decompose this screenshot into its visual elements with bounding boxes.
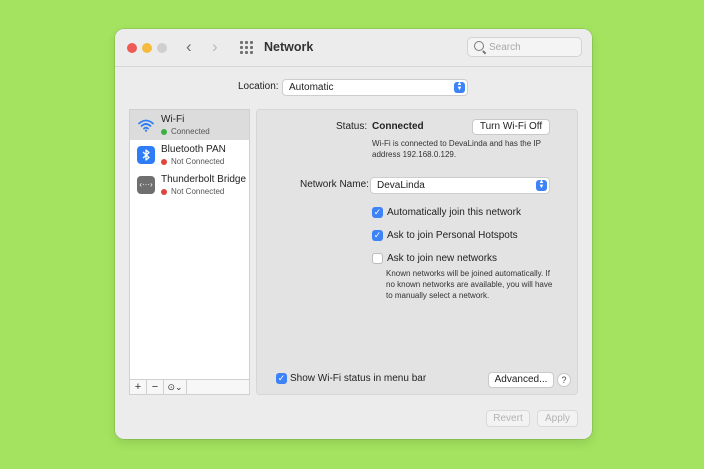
service-name: Thunderbolt Bridge xyxy=(161,174,247,185)
service-item-wifi[interactable]: Wi-Fi Connected xyxy=(130,110,249,140)
revert-button[interactable]: Revert xyxy=(486,410,530,427)
advanced-button[interactable]: Advanced... xyxy=(488,372,554,388)
minimize-window-button[interactable] xyxy=(142,43,152,53)
status-dot-icon xyxy=(161,189,167,195)
wifi-icon xyxy=(137,116,155,134)
window-title: Network xyxy=(264,40,314,54)
service-status: Not Connected xyxy=(171,187,225,196)
status-dot-icon xyxy=(161,129,167,135)
service-item-thunderbolt-bridge[interactable]: ‹···› Thunderbolt Bridge Not Connected xyxy=(130,170,249,200)
network-name-popup[interactable]: DevaLinda ▲ ▼ xyxy=(370,177,550,194)
network-name-label: Network Name: xyxy=(300,179,369,190)
auto-join-checkbox[interactable]: ✓ xyxy=(372,207,383,218)
location-popup[interactable]: Automatic ▲ ▼ xyxy=(282,79,468,96)
service-list: Wi-Fi Connected Bluetooth PAN Not Connec… xyxy=(129,109,250,395)
service-name: Wi-Fi xyxy=(161,114,185,125)
apply-button[interactable]: Apply xyxy=(537,410,578,427)
status-description-line: address 192.168.0.129. xyxy=(372,150,457,159)
personal-hotspots-label: Ask to join Personal Hotspots xyxy=(387,230,518,241)
popup-arrows-icon: ▲ ▼ xyxy=(454,81,465,93)
network-preferences-window: ‹ › Network Location: Automatic ▲▼ Wi-Fi xyxy=(115,29,592,439)
service-status: Connected xyxy=(171,127,210,136)
status-description-line: Wi-Fi is connected to DevaLinda and has … xyxy=(372,139,541,148)
service-item-bluetooth-pan[interactable]: Bluetooth PAN Not Connected xyxy=(130,140,249,170)
auto-join-label: Automatically join this network xyxy=(387,207,521,218)
show-all-preferences-grid-icon[interactable] xyxy=(240,41,253,54)
close-window-button[interactable] xyxy=(127,43,137,53)
ask-new-networks-checkbox[interactable] xyxy=(372,253,383,264)
turn-wifi-off-button[interactable]: Turn Wi-Fi Off xyxy=(472,119,550,135)
action-menu-button[interactable]: ⊙⌄ xyxy=(164,380,187,394)
help-button[interactable]: ? xyxy=(557,373,571,387)
known-networks-note-line: to manually select a network. xyxy=(386,291,490,300)
status-value: Connected xyxy=(372,121,424,132)
add-service-button[interactable]: + xyxy=(130,380,147,394)
status-dot-icon xyxy=(161,159,167,165)
thunderbolt-bridge-icon: ‹···› xyxy=(137,176,155,194)
search-input[interactable] xyxy=(489,40,577,54)
service-list-toolbar: + − ⊙⌄ xyxy=(129,379,250,395)
show-wifi-status-checkbox[interactable]: ✓ xyxy=(276,373,287,384)
remove-service-button[interactable]: − xyxy=(147,380,164,394)
ask-new-networks-label: Ask to join new networks xyxy=(387,253,498,264)
title-bar: ‹ › Network xyxy=(115,29,592,67)
popup-arrows-icon: ▲ ▼ xyxy=(536,179,547,191)
show-wifi-status-label: Show Wi-Fi status in menu bar xyxy=(290,373,427,384)
search-field[interactable] xyxy=(467,37,582,57)
location-label: Location: xyxy=(238,81,279,92)
service-name: Bluetooth PAN xyxy=(161,144,226,155)
known-networks-note-line: Known networks will be joined automatica… xyxy=(386,269,550,278)
status-label: Status: xyxy=(336,121,368,132)
search-icon xyxy=(474,41,484,51)
personal-hotspots-checkbox[interactable]: ✓ xyxy=(372,230,383,241)
wifi-detail-panel: Status: Connected Turn Wi-Fi Off Wi-Fi i… xyxy=(256,109,578,395)
forward-button[interactable]: › xyxy=(212,38,218,56)
known-networks-note-line: no known networks are available, you wil… xyxy=(386,280,553,289)
back-button[interactable]: ‹ xyxy=(186,38,192,56)
location-value: Automatic xyxy=(289,82,334,93)
network-name-value: DevaLinda xyxy=(377,180,425,191)
zoom-window-button[interactable] xyxy=(157,43,167,53)
bluetooth-icon xyxy=(137,146,155,164)
service-status: Not Connected xyxy=(171,157,225,166)
